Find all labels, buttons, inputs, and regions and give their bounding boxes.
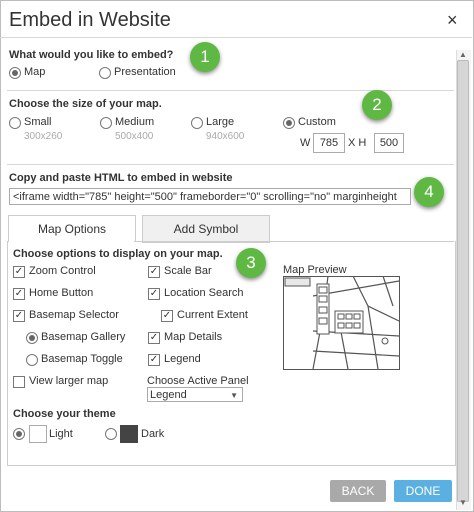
radio-presentation[interactable]	[99, 67, 111, 79]
options-question: Choose options to display on your map.	[13, 248, 223, 260]
radio-custom-label: Custom	[298, 116, 336, 128]
step-badge-3: 3	[236, 248, 266, 278]
dark-swatch	[120, 425, 138, 443]
zoom-control-checkbox[interactable]: ✓	[13, 266, 25, 278]
location-search-label: Location Search	[164, 287, 244, 299]
radio-medium[interactable]	[100, 117, 112, 129]
done-button[interactable]: DONE	[394, 480, 452, 502]
home-button-label: Home Button	[29, 287, 94, 299]
map-details-label: Map Details	[164, 331, 223, 343]
html-label: Copy and paste HTML to embed in website	[9, 172, 233, 184]
embed-code-field[interactable]: <iframe width="785" height="500" framebo…	[9, 188, 411, 205]
radio-small[interactable]	[9, 117, 21, 129]
small-dims: 300x260	[24, 131, 63, 142]
current-extent-label: Current Extent	[177, 309, 248, 321]
medium-dims: 500x400	[115, 131, 154, 142]
view-larger-label: View larger map	[29, 375, 109, 387]
location-search-checkbox[interactable]: ✓	[148, 288, 160, 300]
height-label: X H	[348, 137, 367, 149]
theme-question: Choose your theme	[13, 408, 116, 420]
width-label: W	[300, 137, 311, 149]
scrollbar-thumb[interactable]	[457, 60, 469, 502]
light-label: Light	[49, 428, 73, 440]
embed-question: What would you like to embed?	[9, 49, 174, 61]
scroll-up-icon[interactable]: ▲	[459, 50, 467, 59]
section-divider	[7, 90, 454, 91]
basemap-toggle-label: Basemap Toggle	[41, 353, 123, 365]
scroll-down-icon[interactable]: ▼	[459, 498, 467, 507]
active-panel-select[interactable]: Legend ▼	[147, 387, 243, 402]
radio-large[interactable]	[191, 117, 203, 129]
map-preview-image	[283, 276, 400, 370]
current-extent-checkbox[interactable]: ✓	[161, 310, 173, 322]
radio-basemap-toggle[interactable]	[26, 354, 38, 366]
light-swatch	[29, 425, 47, 443]
close-icon[interactable]: ×	[447, 10, 458, 31]
radio-theme-dark[interactable]	[105, 428, 117, 440]
legend-checkbox[interactable]: ✓	[148, 354, 160, 366]
title-divider	[0, 37, 472, 38]
section-divider	[7, 164, 454, 165]
step-badge-1: 1	[190, 42, 220, 72]
active-panel-label: Choose Active Panel	[147, 375, 249, 387]
dialog-title: Embed in Website	[9, 9, 171, 31]
radio-theme-light[interactable]	[13, 428, 25, 440]
tab-add-symbol[interactable]: Add Symbol	[142, 215, 270, 243]
large-dims: 940x600	[206, 131, 245, 142]
dark-label: Dark	[141, 428, 165, 440]
basemap-selector-label: Basemap Selector	[29, 309, 119, 321]
radio-map-label: Map	[24, 66, 46, 78]
zoom-control-label: Zoom Control	[29, 265, 96, 277]
radio-small-label: Small	[24, 116, 52, 128]
radio-medium-label: Medium	[115, 116, 155, 128]
radio-basemap-gallery[interactable]	[26, 332, 38, 344]
step-badge-4: 4	[414, 177, 444, 207]
radio-custom[interactable]	[283, 117, 295, 129]
size-question: Choose the size of your map.	[9, 98, 162, 110]
tab-map-options[interactable]: Map Options	[8, 215, 136, 242]
radio-large-label: Large	[206, 116, 235, 128]
height-input[interactable]: 500	[374, 133, 404, 153]
radio-presentation-label: Presentation	[114, 66, 176, 78]
basemap-selector-checkbox[interactable]: ✓	[13, 310, 25, 322]
map-preview-label: Map Preview	[283, 264, 347, 276]
radio-map[interactable]	[9, 67, 21, 79]
view-larger-checkbox[interactable]	[13, 376, 25, 388]
width-input[interactable]: 785	[313, 133, 345, 153]
basemap-gallery-label: Basemap Gallery	[41, 331, 126, 343]
step-badge-2: 2	[362, 90, 392, 120]
map-details-checkbox[interactable]: ✓	[148, 332, 160, 344]
back-button[interactable]: BACK	[330, 480, 386, 502]
active-panel-value: Legend	[150, 389, 187, 401]
home-button-checkbox[interactable]: ✓	[13, 288, 25, 300]
scale-bar-label: Scale Bar	[164, 265, 212, 277]
legend-label: Legend	[164, 353, 201, 365]
scale-bar-checkbox[interactable]: ✓	[148, 266, 160, 278]
chevron-down-icon: ▼	[230, 391, 238, 400]
